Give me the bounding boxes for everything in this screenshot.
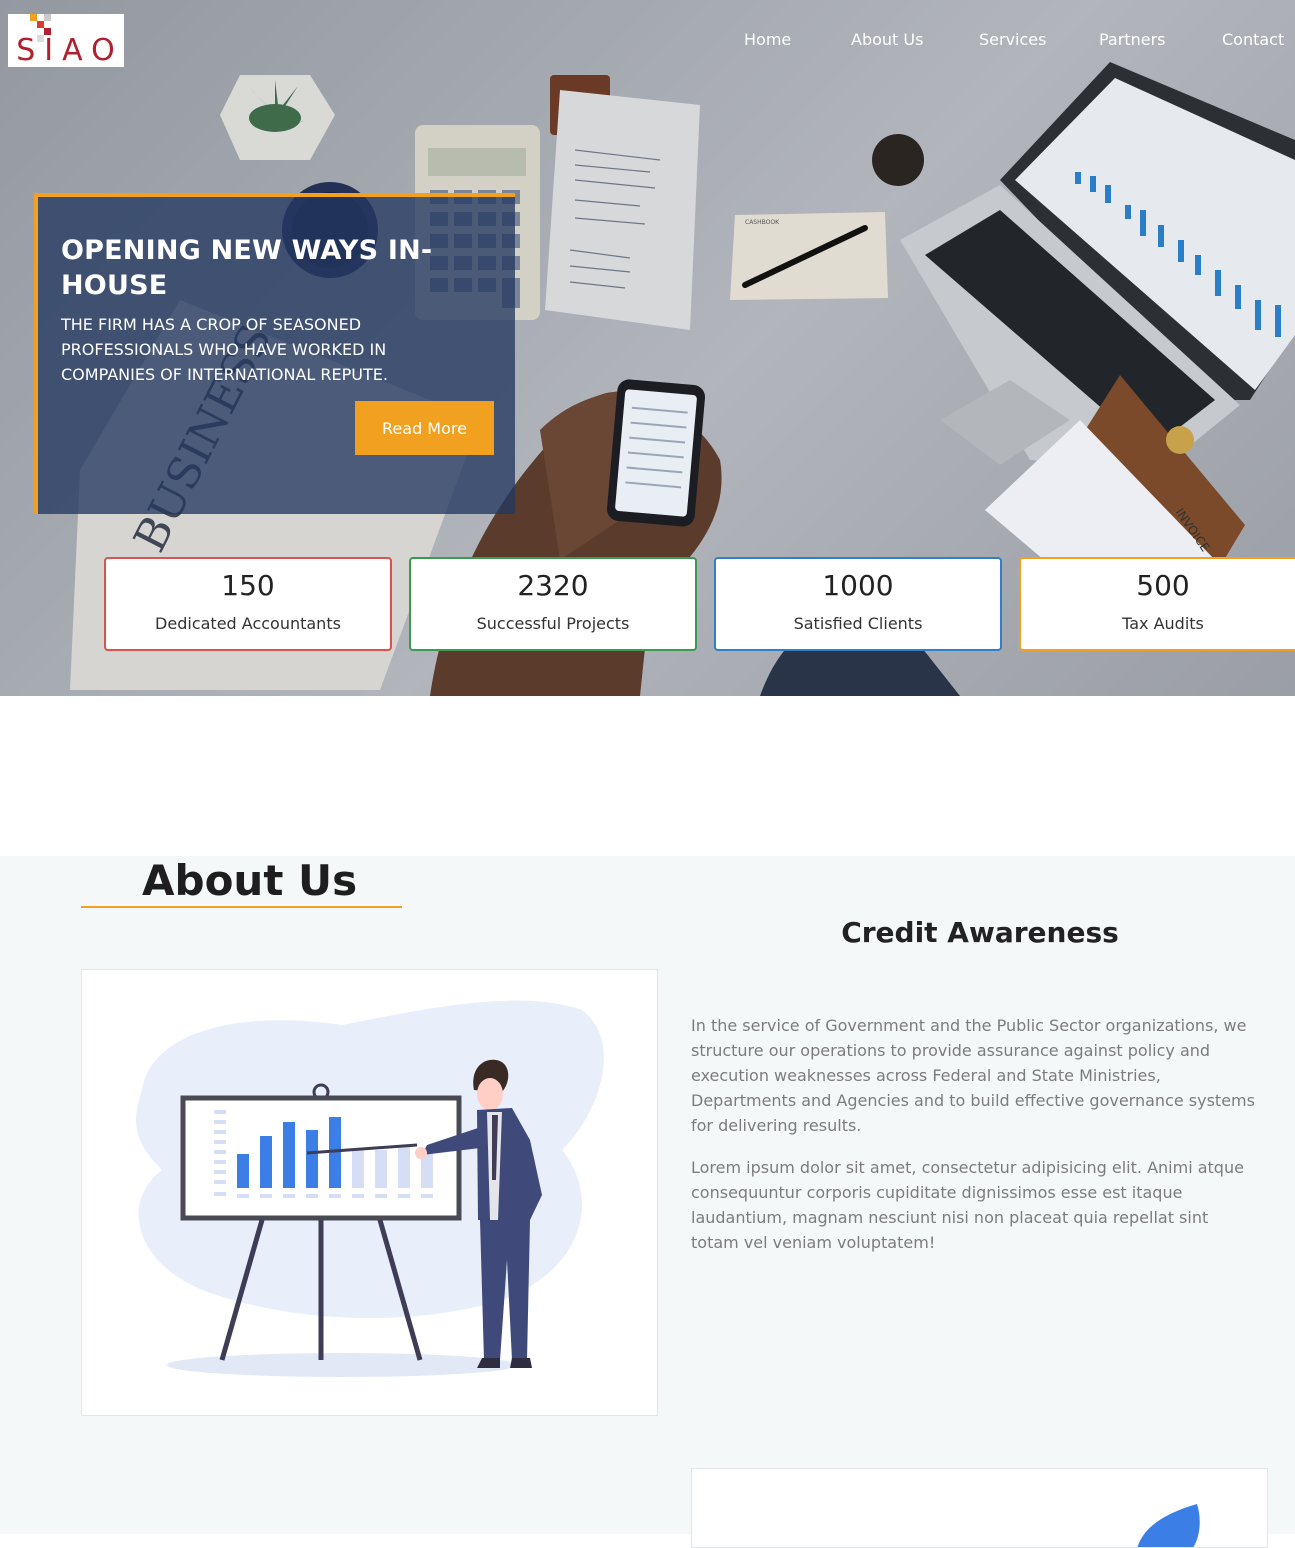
stat-label: Satisfied Clients — [793, 614, 923, 633]
stat-card-tax-audits: 500 Tax Audits — [1019, 557, 1295, 651]
stat-label: Tax Audits — [1122, 614, 1204, 633]
nav-home[interactable]: Home — [744, 30, 791, 49]
stat-value: 2320 — [517, 569, 589, 602]
nav-partners[interactable]: Partners — [1099, 30, 1165, 49]
about-paragraph-1: In the service of Government and the Pub… — [691, 1016, 1255, 1135]
hero-card: OPENING NEW WAYS IN-HOUSE THE FIRM HAS A… — [34, 193, 515, 514]
leaf-illustration-icon — [1137, 1504, 1200, 1547]
presentation-illustration-card — [81, 969, 658, 1416]
stat-value: 150 — [221, 569, 275, 602]
title-underline — [81, 906, 402, 908]
hero-subtitle: THE FIRM HAS A CROP OF SEASONED PROFESSI… — [61, 315, 388, 384]
notes-paper — [545, 90, 700, 330]
stat-card-clients: 1000 Satisfied Clients — [714, 557, 1002, 651]
stat-value: 1000 — [822, 569, 894, 602]
stat-value: 500 — [1136, 569, 1190, 602]
hero-title: OPENING NEW WAYS IN-HOUSE — [61, 235, 433, 301]
about-paragraph-2: Lorem ipsum dolor sit amet, consectetur … — [691, 1158, 1244, 1252]
stat-card-accountants: 150 Dedicated Accountants — [104, 557, 392, 651]
about-section: About Us Credit Awareness In the service… — [0, 856, 1295, 1548]
stat-label: Dedicated Accountants — [155, 614, 341, 633]
svg-text:CASHBOOK: CASHBOOK — [745, 219, 780, 226]
nav-services[interactable]: Services — [979, 30, 1046, 49]
stat-label: Successful Projects — [476, 614, 630, 633]
nav-about-us[interactable]: About Us — [851, 30, 923, 49]
hero-section: CASHBOOK INVOICE BUSINE — [0, 0, 1295, 696]
nav-contact[interactable]: Contact — [1222, 30, 1284, 49]
second-illustration-card — [691, 1468, 1268, 1548]
cashbook-notebook: CASHBOOK — [730, 212, 888, 300]
about-title: About Us — [142, 856, 358, 905]
stat-card-projects: 2320 Successful Projects — [409, 557, 697, 651]
main-nav: Home About Us Services Partners Contact — [0, 30, 1295, 52]
read-more-button[interactable]: Read More — [355, 401, 494, 455]
credit-awareness-title: Credit Awareness — [841, 916, 1119, 949]
presentation-illustration — [136, 1000, 604, 1377]
